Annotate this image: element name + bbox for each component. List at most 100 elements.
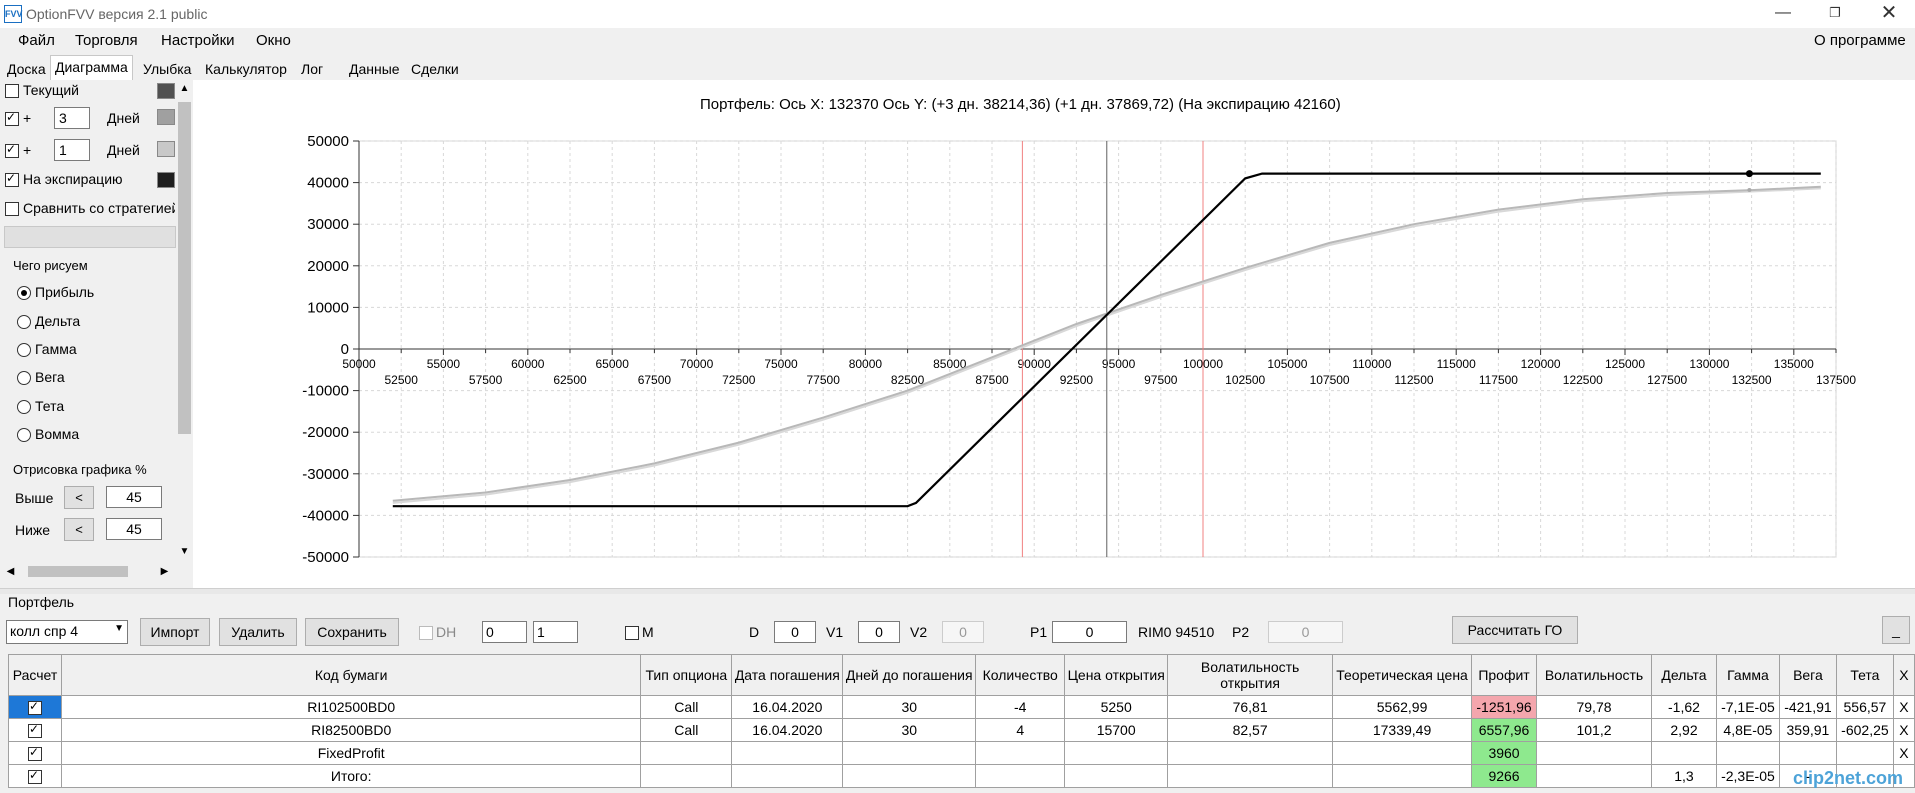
calc-checkbox-cell[interactable] (8, 764, 62, 788)
calc-checkbox-cell[interactable] (8, 741, 62, 765)
x-tick-label: 115000 (1437, 357, 1476, 371)
calc-checkbox[interactable] (27, 722, 42, 739)
profit-chart[interactable]: 50000 40000 30000 20000 10000 0 -10000 -20000 -3… (0, 0, 1915, 588)
col-vol-open[interactable]: Волатильность открытия (1167, 654, 1334, 696)
type-cell (640, 764, 733, 788)
col-qty[interactable]: Количество (975, 654, 1066, 696)
x-tick-label: 67500 (638, 373, 672, 387)
table-row[interactable]: RI82500BD0 Call 16.04.2020 30 4 15700 82… (8, 718, 1915, 742)
price-cell: 5250 (1064, 695, 1169, 719)
remove-row-button[interactable]: X (1892, 741, 1915, 765)
y-tick-label: -30000 (302, 466, 349, 483)
vol-open-cell (1167, 764, 1334, 788)
p1-input[interactable]: 0 (1052, 621, 1127, 643)
x-tick-label: 77500 (807, 373, 841, 387)
vol-open-cell (1167, 741, 1334, 765)
table-row[interactable]: RI102500BD0 Call 16.04.2020 30 -4 5250 7… (8, 695, 1915, 719)
delta-cell (1651, 741, 1717, 765)
portfolio-minimize-button[interactable]: _ (1882, 616, 1910, 644)
portfolio-table: Расчет Код бумаги Тип опциона Дата погаш… (8, 654, 1915, 788)
col-code[interactable]: Код бумаги (60, 654, 642, 696)
date-cell (731, 764, 844, 788)
type-cell: Call (640, 695, 733, 719)
qty-cell: 4 (975, 718, 1066, 742)
col-x[interactable]: X (1892, 654, 1915, 696)
theta-cell (1835, 741, 1894, 765)
portfolio-combo-value: колл спр 4 (10, 623, 79, 639)
vol-cell: 79,78 (1536, 695, 1652, 719)
days-cell: 30 (842, 695, 977, 719)
x-tick-label: 65000 (596, 357, 630, 371)
vol-cell: 101,2 (1536, 718, 1652, 742)
v2-input[interactable]: 0 (942, 621, 984, 643)
x-tick-label: 80000 (849, 357, 883, 371)
col-gamma[interactable]: Гамма (1715, 654, 1780, 696)
calc-checkbox[interactable] (27, 699, 42, 716)
days-cell: 30 (842, 718, 977, 742)
col-type[interactable]: Тип опциона (640, 654, 733, 696)
type-cell: Call (640, 718, 733, 742)
col-days[interactable]: Дней до погашения (842, 654, 977, 696)
delete-button[interactable]: Удалить (219, 618, 297, 646)
vega-cell: 359,91 (1778, 718, 1837, 742)
delta-cell: -1,62 (1651, 695, 1717, 719)
save-button[interactable]: Сохранить (305, 618, 399, 646)
theta-cell: -602,25 (1835, 718, 1894, 742)
dh-spin-2[interactable]: 1 (533, 621, 578, 643)
portfolio-combo[interactable]: колл спр 4 ▼ (6, 620, 128, 644)
calc-checkbox[interactable] (27, 768, 42, 785)
y-tick-label: 20000 (307, 258, 349, 275)
table-row[interactable]: FixedProfit 3960 X (8, 741, 1915, 765)
price-cell (1064, 764, 1169, 788)
delta-cell: 2,92 (1651, 718, 1717, 742)
col-theo[interactable]: Теоретическая цена (1332, 654, 1473, 696)
theo-cell: 5562,99 (1332, 695, 1473, 719)
dh-checkbox[interactable] (419, 626, 433, 640)
x-tick-label: 120000 (1521, 357, 1561, 371)
m-checkbox[interactable] (625, 626, 639, 640)
rim-label: RIM0 94510 (1138, 624, 1215, 640)
import-button[interactable]: Импорт (140, 618, 210, 646)
calc-checkbox-cell[interactable] (8, 695, 62, 719)
col-theta[interactable]: Тета (1835, 654, 1894, 696)
portfolio-title: Портфель (8, 594, 75, 610)
col-price[interactable]: Цена открытия (1064, 654, 1169, 696)
profit-cell: 9266 (1471, 764, 1538, 788)
x-tick-label: 62500 (553, 373, 587, 387)
calc-checkbox[interactable] (27, 745, 42, 762)
col-delta[interactable]: Дельта (1651, 654, 1717, 696)
calc-go-button[interactable]: Рассчитать ГО (1452, 616, 1578, 644)
y-tick-label: 10000 (307, 299, 349, 316)
table-row[interactable]: Итого: 9266 1,3 -2,3E-05 - (8, 764, 1915, 788)
v1-input[interactable]: 0 (858, 621, 900, 643)
col-vega[interactable]: Вега (1778, 654, 1837, 696)
y-tick-label: -10000 (302, 383, 349, 400)
dh-spin-1[interactable]: 0 (482, 621, 527, 643)
p2-input[interactable]: 0 (1268, 621, 1343, 643)
x-tick-label: 130000 (1689, 357, 1729, 371)
col-date[interactable]: Дата погашения (731, 654, 844, 696)
x-tick-label: 102500 (1225, 373, 1265, 387)
remove-row-button[interactable]: X (1892, 695, 1915, 719)
v1-label: V1 (826, 624, 844, 640)
col-profit[interactable]: Профит (1471, 654, 1538, 696)
chevron-down-icon[interactable]: ▼ (114, 623, 124, 634)
remove-row-button[interactable]: X (1892, 718, 1915, 742)
x-tick-label: 135000 (1774, 357, 1814, 371)
x-tick-label: 52500 (385, 373, 419, 387)
gamma-cell: -2,3E-05 (1715, 764, 1780, 788)
cursor-point (1745, 170, 1753, 178)
calc-checkbox-cell[interactable] (8, 718, 62, 742)
x-tick-label: 112500 (1394, 373, 1433, 387)
col-calc[interactable]: Расчет (8, 654, 62, 696)
y-tick-label: -20000 (302, 424, 349, 441)
y-tick-label: 40000 (307, 175, 349, 192)
profit-cell: 6557,96 (1471, 718, 1538, 742)
d-label: D (749, 624, 760, 640)
d-input[interactable]: 0 (774, 621, 816, 643)
col-vol[interactable]: Волатильность (1536, 654, 1652, 696)
x-tick-label: 127500 (1647, 373, 1687, 387)
y-tick-label: -40000 (302, 507, 349, 524)
x-tick-label: 107500 (1310, 373, 1350, 387)
date-cell: 16.04.2020 (731, 695, 844, 719)
